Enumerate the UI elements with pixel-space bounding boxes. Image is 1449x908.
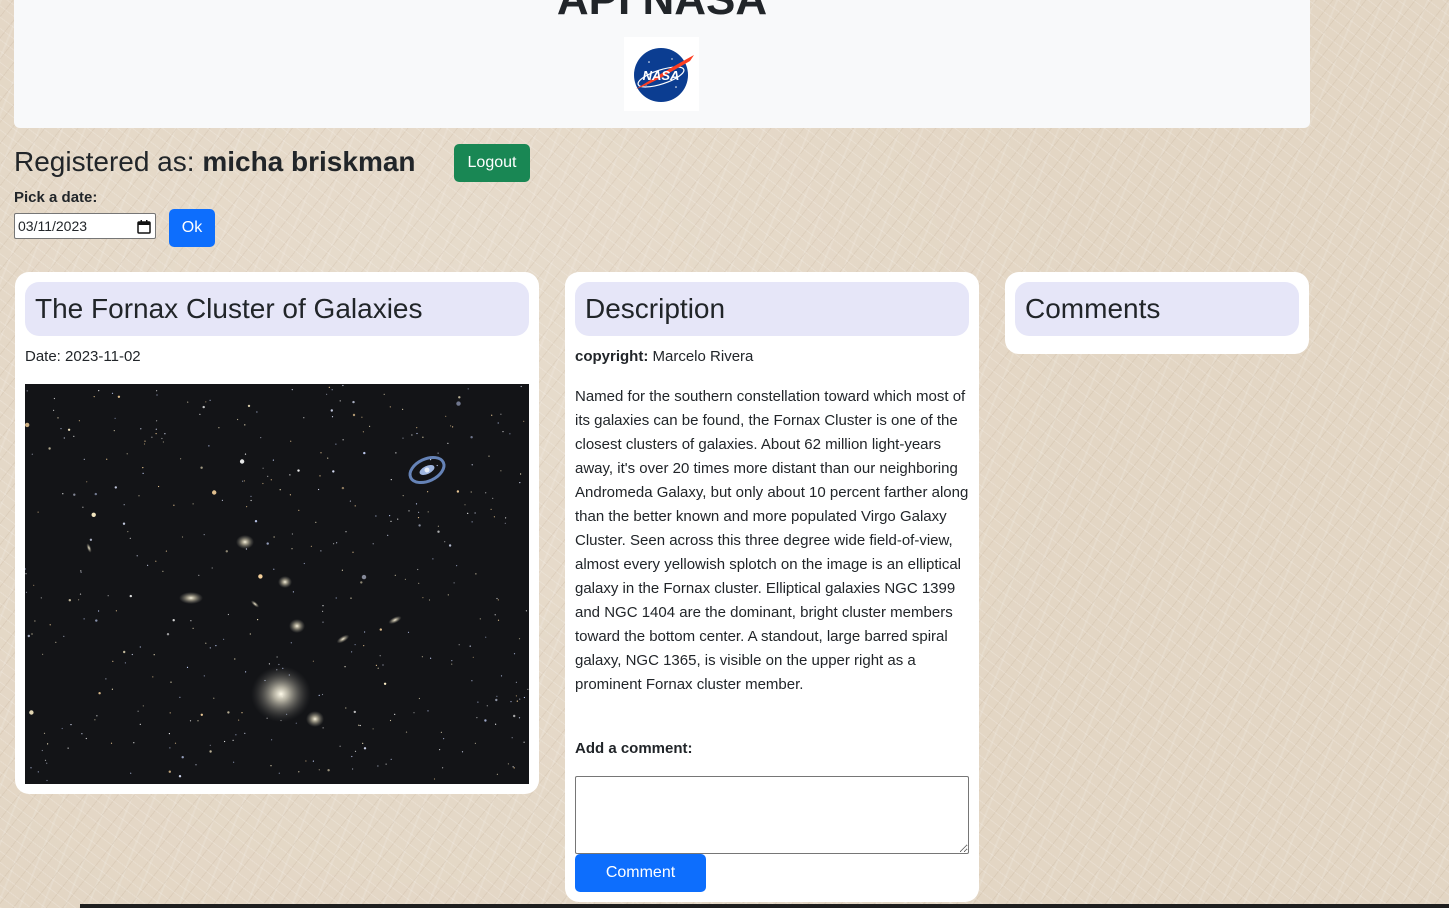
copyright-value: Marcelo Rivera bbox=[648, 348, 754, 365]
registered-user-text: Registered as: micha briskman bbox=[14, 143, 416, 181]
copyright-line: copyright: Marcelo Rivera bbox=[575, 346, 753, 368]
date-input-value: 03/11/2023 bbox=[18, 218, 88, 234]
calendar-icon[interactable] bbox=[137, 219, 151, 234]
apod-card: The Fornax Cluster of Galaxies Date: 202… bbox=[15, 272, 539, 794]
date-input[interactable]: 03/11/2023 bbox=[14, 213, 156, 239]
comment-textarea[interactable] bbox=[575, 776, 969, 854]
logout-button[interactable]: Logout bbox=[454, 144, 530, 182]
comment-button[interactable]: Comment bbox=[575, 854, 706, 892]
horizontal-scrollbar[interactable] bbox=[80, 904, 1449, 908]
add-comment-label: Add a comment: bbox=[575, 740, 693, 757]
apod-explanation: Named for the southern constellation tow… bbox=[575, 388, 969, 693]
comments-title: Comments bbox=[1015, 282, 1299, 336]
apod-image bbox=[25, 384, 529, 784]
copyright-label: copyright: bbox=[575, 348, 649, 365]
apod-date: Date: 2023-11-02 bbox=[25, 348, 141, 365]
registered-prefix: Registered as: bbox=[14, 146, 203, 177]
description-title: Description bbox=[575, 282, 969, 336]
ok-button[interactable]: Ok bbox=[169, 209, 215, 247]
date-picker-label: Pick a date: bbox=[14, 189, 98, 206]
apod-title: The Fornax Cluster of Galaxies bbox=[25, 282, 529, 336]
page-title: API NASA bbox=[14, 0, 1310, 26]
description-card: Description copyright: Marcelo Rivera Na… bbox=[565, 272, 979, 902]
comments-card: Comments bbox=[1005, 272, 1309, 354]
page-header: API NASA NASA bbox=[14, 0, 1310, 128]
svg-text:NASA: NASA bbox=[643, 68, 680, 83]
user-name: micha briskman bbox=[202, 146, 416, 177]
nasa-logo-icon: NASA bbox=[624, 37, 699, 111]
